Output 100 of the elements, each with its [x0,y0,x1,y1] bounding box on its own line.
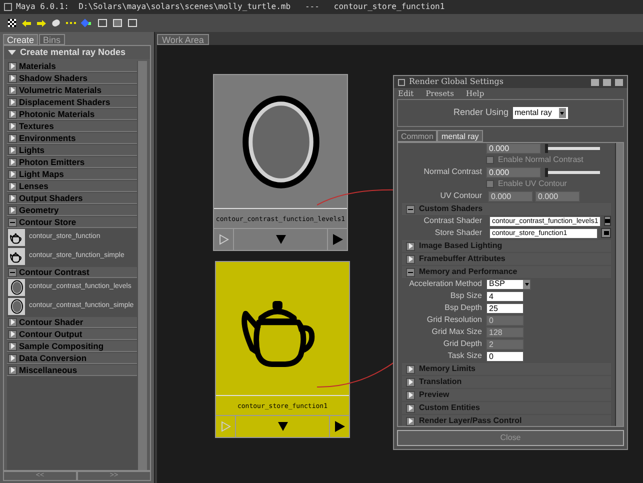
section-header[interactable]: Contour Contrast [7,267,137,278]
tab[interactable]: Common [397,130,438,142]
section-header[interactable]: Sample Compositing [7,341,137,352]
number-field[interactable]: 0 [486,350,524,362]
number-field[interactable]: 0.000 [486,166,541,178]
node-graph-icon[interactable] [82,18,92,28]
expand-icon[interactable] [8,146,17,154]
play-icon[interactable] [334,421,344,432]
expand-icon[interactable] [406,378,415,386]
section-header[interactable]: Image Based Lighting [402,240,611,252]
expand-icon[interactable] [8,86,17,94]
section-header[interactable]: Memory and Performance [402,266,611,278]
expand-icon[interactable] [406,416,415,426]
close-button[interactable]: Close [397,430,624,446]
dialog-title: Render Global Settings [409,76,504,88]
expand-icon[interactable] [406,390,415,400]
section-header[interactable]: Materials [7,61,137,72]
expand-icon[interactable] [8,194,17,202]
section-header[interactable]: Contour Output [7,329,137,340]
number-field: 128 [486,326,524,338]
down-triangle-icon[interactable] [276,235,286,244]
expand-icon[interactable] [8,134,17,142]
collapse-icon[interactable] [406,268,415,276]
close-icon[interactable] [615,78,623,86]
section-header[interactable]: Contour Store [7,217,137,228]
tab[interactable]: Bins [39,34,65,45]
field-label: Bsp Depth [444,302,483,314]
number-field[interactable]: 0.000 [486,143,541,154]
grid-icon[interactable] [8,19,16,27]
panel-header[interactable]: Create mental ray Nodes [4,46,150,59]
left-arrow-icon[interactable] [22,20,31,26]
checkbox[interactable] [486,156,494,164]
dropdown[interactable]: mental ray [512,107,568,119]
expand-icon[interactable] [8,98,17,106]
section-header[interactable]: Framebuffer Attributes [402,253,611,265]
section-header[interactable]: Translation [402,376,611,388]
section-header[interactable]: Geometry [7,205,137,216]
number-field[interactable]: 25 [486,302,524,314]
section-header[interactable]: Custom Shaders [402,203,611,215]
section-header[interactable]: Contour Shader [7,317,137,328]
section-header[interactable]: Shadow Shaders [7,73,137,84]
section-header[interactable]: Photonic Materials [7,109,137,120]
maximize-icon[interactable] [603,78,611,86]
number-field[interactable]: 0.000 [488,190,533,202]
section-header[interactable]: Miscellaneous [7,365,137,376]
section-header[interactable]: Lenses [7,181,137,192]
number-field[interactable]: 4 [486,290,524,302]
slider-thumb[interactable] [545,144,548,153]
dropdown[interactable]: BSP [486,278,531,290]
expand-icon[interactable] [8,366,17,374]
expand-icon[interactable] [8,342,17,350]
section-header[interactable]: Preview [402,389,611,401]
collapse-icon[interactable] [406,204,415,214]
expand-icon[interactable] [8,206,17,214]
expand-icon[interactable] [8,170,17,178]
section-header[interactable]: Volumetric Materials [7,85,137,96]
field-label: Store Shader [434,227,483,239]
section-header[interactable]: Memory Limits [402,363,611,375]
expand-icon[interactable] [8,62,17,70]
minimize-icon[interactable] [591,78,599,86]
play-icon[interactable] [332,234,342,245]
right-arrow-icon[interactable] [37,20,46,26]
expand-icon[interactable] [8,318,17,326]
tab[interactable]: mental ray [437,130,483,142]
collapse-icon[interactable] [8,218,17,226]
section-header[interactable]: Custom Entities [402,402,611,414]
section-header[interactable]: Textures [7,121,137,132]
number-field[interactable]: 0.000 [535,190,580,202]
play-outline-icon[interactable] [218,234,228,245]
section-header[interactable]: Data Conversion [7,353,137,364]
tab[interactable]: Work Area [157,34,209,45]
expand-icon[interactable] [406,364,415,374]
field-label: Grid Resolution [426,314,483,326]
section-header[interactable]: Lights [7,145,137,156]
expand-icon[interactable] [8,354,17,362]
section-header[interactable]: Light Maps [7,169,137,180]
expand-icon[interactable] [8,74,17,82]
slider-thumb[interactable] [545,168,548,176]
field-label: Contrast Shader [422,215,483,227]
section-header[interactable]: Environments [7,133,137,144]
expand-icon[interactable] [406,404,415,412]
collapse-icon[interactable] [8,268,17,276]
expand-icon[interactable] [8,122,17,130]
section-header[interactable]: Photon Emitters [7,157,137,168]
section-header[interactable]: Displacement Shaders [7,97,137,108]
field-label: Bsp Size [449,290,483,302]
checkbox[interactable] [486,180,494,188]
expand-icon[interactable] [8,330,17,338]
tab[interactable]: Create [3,34,38,45]
expand-icon[interactable] [8,182,17,190]
slider-track[interactable] [545,147,600,150]
expand-icon[interactable] [8,158,17,166]
expand-icon[interactable] [406,242,415,250]
expand-icon[interactable] [8,110,17,118]
checkbox-label: Enable UV Contour [498,178,567,190]
section-header[interactable]: Output Shaders [7,193,137,204]
field-label: Grid Depth [442,338,483,350]
down-triangle-icon[interactable] [278,422,288,431]
section-header[interactable]: Render Layer/Pass Control [402,415,611,426]
expand-icon[interactable] [406,254,415,264]
